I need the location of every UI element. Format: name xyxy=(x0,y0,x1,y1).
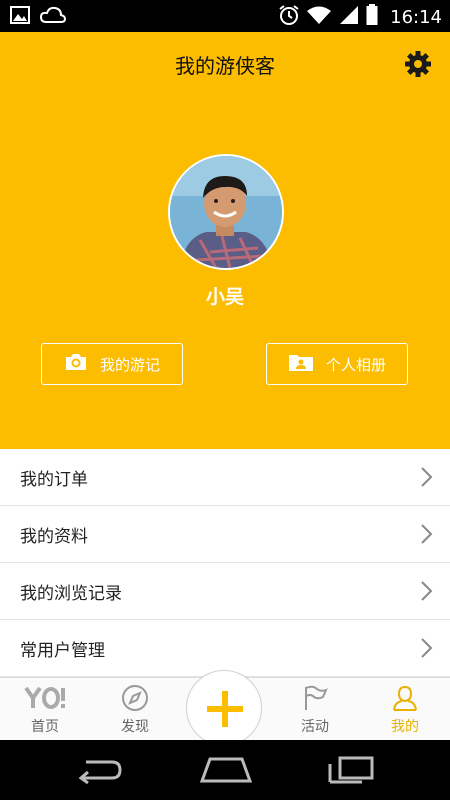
home-button[interactable] xyxy=(199,756,253,788)
menu-item-label: 我的订单 xyxy=(20,470,88,490)
menu-item-label: 我的浏览记录 xyxy=(20,584,122,604)
chevron-right-icon xyxy=(420,637,434,659)
back-button[interactable] xyxy=(76,756,124,788)
alarm-icon xyxy=(278,4,300,30)
username: 小吴 xyxy=(205,286,244,308)
person-icon xyxy=(391,684,419,714)
avatar[interactable] xyxy=(168,154,284,270)
chevron-right-icon xyxy=(420,523,434,545)
add-button[interactable] xyxy=(186,670,262,746)
album-icon xyxy=(288,352,314,376)
personal-album-label: 个人相册 xyxy=(325,355,386,374)
gear-icon xyxy=(404,51,432,82)
status-bar: 16:14 xyxy=(0,0,450,32)
recents-icon xyxy=(328,756,374,788)
chevron-right-icon xyxy=(420,580,434,602)
page-title: 我的游侠客 xyxy=(175,54,275,78)
tab-mine[interactable]: 我的 xyxy=(360,678,450,741)
menu-item-label: 我的资料 xyxy=(20,527,88,547)
profile-header: 我的游侠客 小吴 我的游记 个人相册 xyxy=(0,32,450,449)
menu-item-profile[interactable]: 我的资料 xyxy=(0,506,450,563)
flag-icon xyxy=(301,684,329,714)
back-icon xyxy=(76,760,124,788)
signal-icon xyxy=(338,5,360,29)
compass-icon xyxy=(121,684,149,714)
tab-label: 发现 xyxy=(121,719,149,735)
wifi-icon xyxy=(306,5,332,29)
image-icon xyxy=(10,6,30,28)
menu-item-label: 常用户管理 xyxy=(20,641,105,661)
plus-icon xyxy=(205,689,245,733)
chevron-right-icon xyxy=(420,466,434,488)
camera-icon xyxy=(64,352,88,376)
recents-button[interactable] xyxy=(328,756,374,788)
menu-item-frequent-users[interactable]: 常用户管理 xyxy=(0,620,450,677)
my-travel-notes-label: 我的游记 xyxy=(99,355,160,374)
yo-logo-icon xyxy=(23,684,67,714)
menu-item-browsing-history[interactable]: 我的浏览记录 xyxy=(0,563,450,620)
tab-label: 我的 xyxy=(391,719,419,735)
home-icon xyxy=(199,757,253,788)
menu-item-orders[interactable]: 我的订单 xyxy=(0,449,450,506)
system-navigation-bar xyxy=(0,740,450,800)
tab-discover[interactable]: 发现 xyxy=(90,678,180,741)
menu-list: 我的订单 我的资料 我的浏览记录 常用户管理 xyxy=(0,449,450,677)
my-travel-notes-button[interactable]: 我的游记 xyxy=(41,343,183,385)
tab-label: 活动 xyxy=(301,719,329,735)
tab-home[interactable]: 首页 xyxy=(0,678,90,741)
status-time: 16:14 xyxy=(390,6,442,28)
battery-icon xyxy=(366,4,378,30)
personal-album-button[interactable]: 个人相册 xyxy=(266,343,408,385)
cloud-icon xyxy=(39,6,67,28)
settings-button[interactable] xyxy=(404,50,432,78)
tab-activities[interactable]: 活动 xyxy=(270,678,360,741)
tab-label: 首页 xyxy=(31,719,59,735)
